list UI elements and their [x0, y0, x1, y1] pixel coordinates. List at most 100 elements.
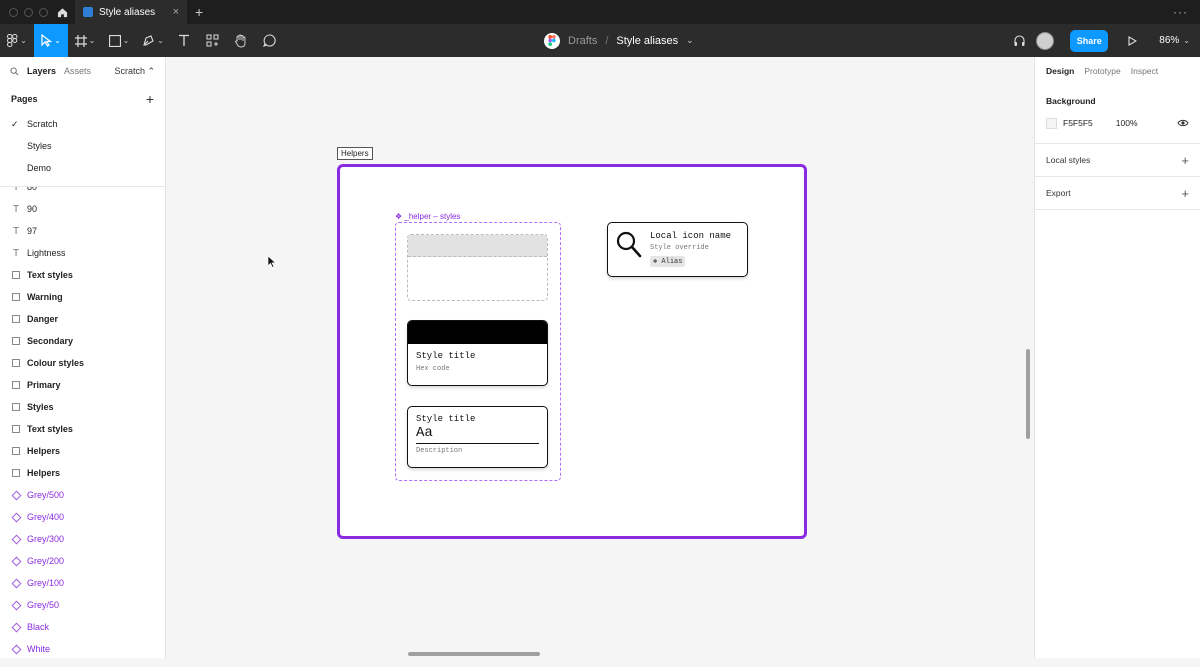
- layer-item[interactable]: Grey/300: [0, 528, 165, 550]
- tab-layers[interactable]: Layers: [27, 66, 56, 76]
- layer-item[interactable]: Grey/100: [0, 572, 165, 594]
- more-icon[interactable]: ···: [1173, 5, 1188, 19]
- headphones-icon[interactable]: [1013, 34, 1026, 47]
- resources-button[interactable]: [198, 24, 226, 57]
- layer-item[interactable]: Grey/200: [0, 550, 165, 572]
- minimize-window-button[interactable]: [24, 7, 33, 17]
- zoom-level[interactable]: 86%: [1159, 35, 1179, 46]
- colour-swatch: [408, 321, 547, 344]
- frame-tool-button[interactable]: ⌄: [68, 24, 102, 57]
- layer-item[interactable]: Styles: [0, 396, 165, 418]
- layer-item[interactable]: Helpers: [0, 462, 165, 484]
- chevron-down-icon: ⌄: [54, 36, 61, 45]
- page-item-demo[interactable]: Demo: [0, 157, 165, 179]
- breadcrumb: Drafts / Style aliases ⌄: [544, 24, 694, 57]
- layer-item[interactable]: Black: [0, 616, 165, 638]
- layer-item[interactable]: Helpers: [0, 440, 165, 462]
- layer-label: Grey/100: [27, 578, 65, 588]
- background-swatch[interactable]: [1046, 117, 1057, 129]
- main-menu-button[interactable]: ⌄: [0, 24, 34, 57]
- hand-tool-button[interactable]: [226, 24, 254, 57]
- layer-item[interactable]: Danger: [0, 308, 165, 330]
- text-style-card[interactable]: Style title Aa Description: [407, 406, 548, 468]
- background-hex[interactable]: F5F5F5: [1063, 118, 1093, 128]
- layer-label: Grey/200: [27, 556, 65, 566]
- frame-icon: [11, 402, 21, 412]
- layer-item[interactable]: White: [0, 638, 165, 660]
- present-icon[interactable]: [1128, 35, 1138, 46]
- layer-item[interactable]: Grey/500: [0, 484, 165, 506]
- comment-tool-button[interactable]: [254, 24, 284, 57]
- local-styles-title: Local styles: [1046, 155, 1091, 165]
- home-icon: [57, 7, 68, 17]
- avatar[interactable]: [1036, 31, 1055, 50]
- search-icon[interactable]: [10, 66, 19, 76]
- style-hex: Hex code: [416, 365, 450, 373]
- eye-icon[interactable]: [1177, 119, 1189, 127]
- check-icon: ✓: [11, 118, 19, 129]
- hand-icon: [234, 34, 245, 47]
- tab-inspect[interactable]: Inspect: [1131, 66, 1158, 76]
- layer-item[interactable]: Colour styles: [0, 352, 165, 374]
- style-override: Style override: [650, 244, 709, 252]
- close-tab-icon[interactable]: ×: [173, 6, 179, 18]
- canvas[interactable]: Helpers ❖ _helper – styles Style title H…: [166, 57, 1034, 658]
- layer-item[interactable]: Text styles: [0, 418, 165, 440]
- text-tool-button[interactable]: [170, 24, 198, 57]
- shape-tool-button[interactable]: ⌄: [102, 24, 136, 57]
- layer-item[interactable]: T Lightness: [0, 242, 165, 264]
- placeholder-card[interactable]: [407, 234, 548, 301]
- frame-icon: [11, 468, 21, 478]
- breadcrumb-drafts[interactable]: Drafts: [568, 35, 597, 47]
- tab-prototype[interactable]: Prototype: [1084, 66, 1120, 76]
- colour-style-card[interactable]: Style title Hex code: [407, 320, 548, 386]
- add-page-button[interactable]: +: [146, 91, 154, 107]
- layer-item[interactable]: Grey/400: [0, 506, 165, 528]
- frame-icon: [11, 424, 21, 434]
- layer-label: Grey/50: [27, 600, 60, 610]
- horizontal-scrollbar[interactable]: [408, 652, 540, 656]
- chevron-down-icon: ⌄: [20, 36, 27, 45]
- maximize-window-button[interactable]: [39, 7, 48, 17]
- component-icon: [11, 644, 21, 654]
- pen-tool-button[interactable]: ⌄: [136, 24, 170, 57]
- layer-item[interactable]: T 90: [0, 198, 165, 220]
- text-icon: T: [12, 203, 20, 215]
- layer-item[interactable]: T 97: [0, 220, 165, 242]
- component-set-label[interactable]: ❖ _helper – styles: [395, 212, 460, 221]
- add-style-button[interactable]: +: [1181, 153, 1189, 168]
- close-window-button[interactable]: [9, 7, 18, 17]
- background-opacity[interactable]: 100%: [1116, 118, 1138, 128]
- layer-item[interactable]: Warning: [0, 286, 165, 308]
- file-name[interactable]: Style aliases: [616, 35, 678, 47]
- icon-style-card[interactable]: Local icon name Style override ❖ Alias: [607, 222, 748, 277]
- layer-label: Grey/500: [27, 490, 65, 500]
- vertical-scrollbar[interactable]: [1026, 349, 1030, 439]
- add-export-button[interactable]: +: [1181, 186, 1189, 201]
- toolbar-right: Share 86% ⌄: [1013, 24, 1200, 57]
- new-tab-button[interactable]: +: [195, 4, 203, 20]
- home-tab[interactable]: [50, 0, 75, 24]
- file-tab[interactable]: Style aliases ×: [75, 0, 187, 24]
- frame-icon: [11, 446, 21, 456]
- file-icon: [83, 7, 93, 17]
- page-item-scratch[interactable]: ✓ Scratch: [0, 113, 165, 135]
- tab-assets[interactable]: Assets: [64, 66, 91, 76]
- layer-label: Colour styles: [27, 358, 85, 368]
- layer-item[interactable]: Grey/50: [0, 594, 165, 616]
- layer-item[interactable]: Secondary: [0, 330, 165, 352]
- share-button[interactable]: Share: [1070, 29, 1109, 52]
- component-icon: [11, 622, 21, 632]
- layer-item[interactable]: Primary: [0, 374, 165, 396]
- move-tool-button[interactable]: ⌄: [34, 24, 68, 57]
- page-item-styles[interactable]: Styles: [0, 135, 165, 157]
- layer-item[interactable]: T 80: [0, 187, 165, 198]
- layers-list: T 80 T 90 T 97 T Lightness Text styles Warning Dan…: [0, 187, 165, 667]
- component-icon: [11, 534, 21, 544]
- chevron-down-icon[interactable]: ⌄: [1183, 36, 1190, 45]
- chevron-down-icon[interactable]: ⌄: [686, 35, 694, 46]
- layer-item[interactable]: Text styles: [0, 264, 165, 286]
- frame-label[interactable]: Helpers: [337, 147, 373, 160]
- page-selector[interactable]: Scratch ⌃: [114, 66, 155, 77]
- tab-design[interactable]: Design: [1046, 66, 1074, 76]
